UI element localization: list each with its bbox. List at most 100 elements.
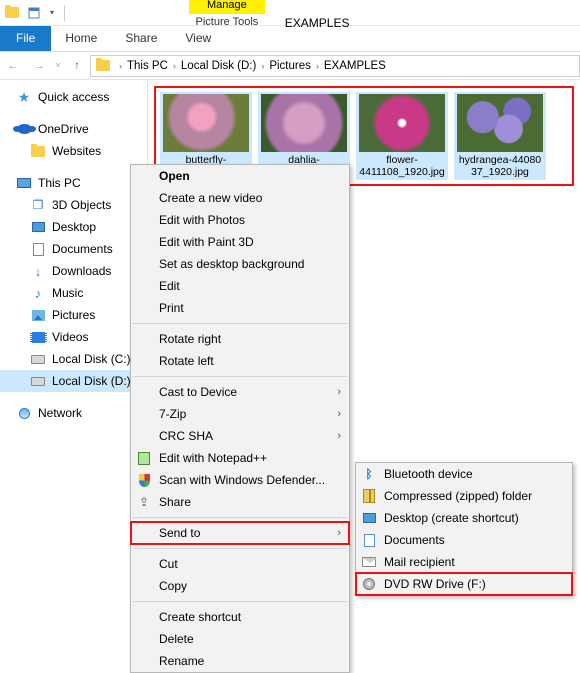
ctx-edit[interactable]: Edit	[131, 275, 349, 297]
ctx-print[interactable]: Print	[131, 297, 349, 319]
mail-icon	[361, 554, 377, 570]
nav-downloads[interactable]: ↓Downloads	[0, 260, 147, 282]
ctx-cut[interactable]: Cut	[131, 553, 349, 575]
zip-folder-icon	[361, 488, 377, 504]
ctx-create-shortcut[interactable]: Create shortcut	[131, 606, 349, 628]
nav-label: Documents	[52, 242, 113, 256]
thumbnail	[261, 94, 347, 152]
nav-onedrive[interactable]: OneDrive	[0, 118, 147, 140]
ctx-share[interactable]: ⇪Share	[131, 491, 349, 513]
bluetooth-icon: ᛒ	[361, 466, 377, 482]
separator	[133, 548, 347, 549]
nav-this-pc[interactable]: This PC	[0, 172, 147, 194]
breadcrumb[interactable]: Local Disk (D:)	[178, 60, 259, 72]
sendto-documents[interactable]: Documents	[356, 529, 572, 551]
navigation-pane: ★Quick access OneDrive Websites This PC …	[0, 80, 148, 586]
nav-local-disk-c[interactable]: Local Disk (C:)	[0, 348, 147, 370]
ctx-edit-with-paint3d[interactable]: Edit with Paint 3D	[131, 231, 349, 253]
ctx-set-as-background[interactable]: Set as desktop background	[131, 253, 349, 275]
ctx-copy[interactable]: Copy	[131, 575, 349, 597]
file-tile[interactable]: hydrangea-44080 37_1920.jpg	[454, 92, 546, 180]
ctx-create-new-video[interactable]: Create a new video	[131, 187, 349, 209]
breadcrumb[interactable]: EXAMPLES	[321, 60, 389, 72]
chevron-right-icon: ›	[337, 386, 341, 398]
address-bar[interactable]: › This PC › Local Disk (D:) › Pictures ›…	[90, 55, 580, 77]
ribbon-tabs: File Home Share View	[0, 26, 580, 52]
ctx-rotate-right[interactable]: Rotate right	[131, 328, 349, 350]
chevron-right-icon: ›	[337, 527, 341, 539]
ctx-cast-to-device[interactable]: Cast to Device ›	[131, 381, 349, 403]
nav-pictures[interactable]: Pictures	[0, 304, 147, 326]
ctx-open[interactable]: Open	[131, 165, 349, 187]
ctx-rotate-left[interactable]: Rotate left	[131, 350, 349, 372]
separator	[133, 517, 347, 518]
separator	[133, 376, 347, 377]
nav-local-disk-d[interactable]: Local Disk (D:)	[0, 370, 147, 392]
tab-file[interactable]: File	[0, 26, 51, 51]
nav-label: Pictures	[52, 308, 95, 322]
nav-label: Local Disk (D:)	[52, 374, 131, 388]
nav-3d-objects[interactable]: ❒3D Objects	[0, 194, 147, 216]
file-name: flower-4411108_1920.jpg	[358, 154, 446, 178]
nav-label: Local Disk (C:)	[52, 352, 131, 366]
ctx-label: Compressed (zipped) folder	[384, 489, 532, 503]
nav-label: Downloads	[52, 264, 111, 278]
ctx-label: Desktop (create shortcut)	[384, 511, 519, 525]
ctx-rename[interactable]: Rename	[131, 650, 349, 672]
sendto-compressed-folder[interactable]: Compressed (zipped) folder	[356, 485, 572, 507]
ctx-label: Scan with Windows Defender...	[159, 473, 325, 487]
nav-documents[interactable]: Documents	[0, 238, 147, 260]
qat-dropdown[interactable]: ▾	[46, 3, 58, 23]
nav-label: Videos	[52, 330, 88, 344]
ctx-label: 7-Zip	[159, 407, 186, 421]
breadcrumb[interactable]: Pictures	[266, 60, 314, 72]
sendto-bluetooth[interactable]: ᛒBluetooth device	[356, 463, 572, 485]
nav-music[interactable]: ♪Music	[0, 282, 147, 304]
disc-drive-icon	[361, 576, 377, 592]
nav-network[interactable]: Network	[0, 402, 147, 424]
nav-desktop[interactable]: Desktop	[0, 216, 147, 238]
sendto-mail-recipient[interactable]: Mail recipient	[356, 551, 572, 573]
title-bar: ▾ Manage Picture Tools EXAMPLES	[0, 0, 580, 26]
breadcrumb[interactable]: This PC	[124, 60, 171, 72]
nav-label: Websites	[52, 144, 101, 158]
file-name: hydrangea-44080 37_1920.jpg	[456, 154, 544, 178]
thumbnail	[457, 94, 543, 152]
ctx-delete[interactable]: Delete	[131, 628, 349, 650]
nav-label: Quick access	[38, 90, 109, 104]
separator	[64, 5, 65, 21]
ctx-7zip[interactable]: 7-Zip›	[131, 403, 349, 425]
share-icon: ⇪	[136, 494, 152, 510]
separator	[133, 601, 347, 602]
nav-label: OneDrive	[38, 122, 89, 136]
nav-history-dropdown[interactable]: ˅	[52, 55, 64, 77]
nav-back-button[interactable]: ←	[0, 55, 26, 77]
ctx-scan-defender[interactable]: Scan with Windows Defender...	[131, 469, 349, 491]
contextual-tab-manage[interactable]: Manage	[189, 0, 265, 14]
tab-view[interactable]: View	[171, 26, 225, 51]
ctx-label: DVD RW Drive (F:)	[384, 577, 486, 591]
nav-videos[interactable]: Videos	[0, 326, 147, 348]
sendto-dvd-rw-drive[interactable]: DVD RW Drive (F:)	[356, 573, 572, 595]
ctx-label: Cast to Device	[159, 385, 237, 399]
nav-quick-access[interactable]: ★Quick access	[0, 86, 147, 108]
ctx-label: Send to	[159, 526, 200, 540]
tab-share[interactable]: Share	[111, 26, 171, 51]
ctx-edit-notepadpp[interactable]: Edit with Notepad++	[131, 447, 349, 469]
ctx-edit-with-photos[interactable]: Edit with Photos	[131, 209, 349, 231]
nav-up-button[interactable]: ↑	[64, 55, 90, 77]
chevron-right-icon: ›	[117, 61, 124, 71]
chevron-right-icon: ›	[259, 61, 266, 71]
nav-websites[interactable]: Websites	[0, 140, 147, 162]
file-tile[interactable]: flower-4411108_1920.jpg	[356, 92, 448, 180]
ctx-label: Documents	[384, 533, 445, 547]
ctx-label: Mail recipient	[384, 555, 455, 569]
qat-app-icon[interactable]	[24, 3, 44, 23]
tab-home[interactable]: Home	[51, 26, 111, 51]
ctx-label: CRC SHA	[159, 429, 213, 443]
ctx-send-to[interactable]: Send to ›	[131, 522, 349, 544]
thumbnail	[359, 94, 445, 152]
sendto-desktop-shortcut[interactable]: Desktop (create shortcut)	[356, 507, 572, 529]
ctx-crc-sha[interactable]: CRC SHA›	[131, 425, 349, 447]
chevron-right-icon: ›	[314, 61, 321, 71]
